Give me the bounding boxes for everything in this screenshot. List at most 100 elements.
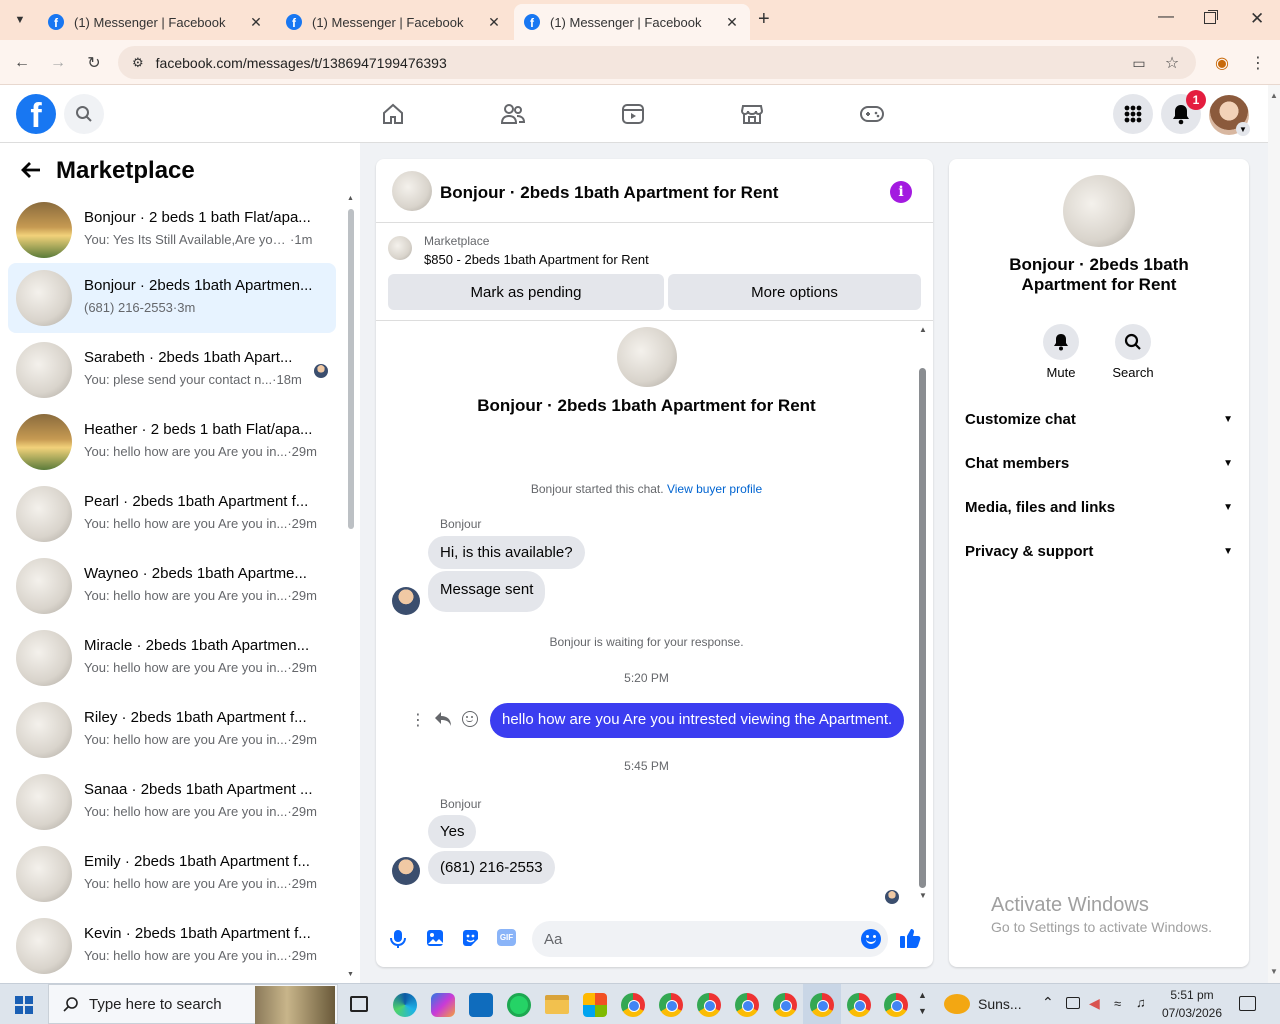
chevron-up-icon[interactable]: ⌃ [1042,994,1054,1011]
conversation-item[interactable]: Pearl · 2beds 1bath Apartment f... You: h… [8,479,336,549]
home-icon[interactable] [378,99,408,129]
chrome-icon[interactable] [773,993,797,1017]
store-icon[interactable] [583,993,607,1017]
reply-icon[interactable] [434,711,452,732]
messages-scrollbar[interactable]: ▲ ▼ [917,323,929,903]
incoming-message[interactable]: Yes [428,815,477,848]
sender-avatar[interactable] [392,587,420,615]
listing-avatar[interactable] [392,171,432,211]
close-tab-icon[interactable]: ✕ [248,14,264,31]
taskbar-scroll-icon[interactable]: ▲ ▼ [918,987,927,1019]
chat-title[interactable]: Bonjour · 2beds 1bath Apartment for Rent [440,183,778,203]
conversation-item[interactable]: Sarabeth · 2beds 1bath Apart... You: ples… [8,335,336,405]
view-buyer-profile-link[interactable]: View buyer profile [667,482,762,496]
conversation-item[interactable]: Heather · 2 beds 1 bath Flat/apa... You: … [8,407,336,477]
bookmark-star-icon[interactable]: ☆ [1159,50,1185,76]
microphone-icon[interactable] [390,929,406,954]
install-app-icon[interactable]: ▭ [1126,50,1152,76]
chrome-icon[interactable] [884,993,908,1017]
close-tab-icon[interactable]: ✕ [486,14,502,31]
message-input[interactable]: Aa [532,921,888,957]
messages-scrollbar-thumb[interactable] [919,368,926,888]
forward-arrow-icon[interactable]: → [45,50,71,76]
back-arrow-icon[interactable]: ← [9,50,35,76]
edge-icon[interactable] [393,993,417,1017]
emoji-icon[interactable] [861,929,881,949]
minimize-window-icon[interactable]: — [1158,8,1174,26]
browser-menu-icon[interactable]: ⋮ [1245,50,1271,76]
clock-date[interactable]: 07/03/2026 [1158,1006,1226,1020]
incoming-message[interactable]: Hi, is this available? [428,536,585,569]
volume-muted-icon[interactable]: ◀ [1089,995,1100,1012]
conversation-item[interactable]: Riley · 2beds 1bath Apartment f... You: h… [8,695,336,765]
gif-icon[interactable]: GIF [497,929,516,946]
intro-avatar[interactable] [617,327,677,387]
mute-button[interactable] [1043,324,1079,360]
browser-tab-1[interactable]: f (1) Messenger | Facebook ✕ [38,4,274,40]
chrome-icon[interactable] [735,993,759,1017]
new-tab-button[interactable]: + [758,8,770,31]
reload-icon[interactable]: ↻ [81,50,107,76]
conversation-item[interactable]: Kevin · 2beds 1bath Apartment f... You: h… [8,911,336,981]
weather-text[interactable]: Suns... [978,996,1022,1012]
thumbs-up-icon[interactable] [899,927,921,954]
clock-time[interactable]: 5:51 pm [1162,988,1222,1002]
marketplace-icon[interactable] [737,99,767,129]
more-options-button[interactable]: More options [668,274,921,310]
close-window-icon[interactable]: ✕ [1250,9,1264,29]
address-bar[interactable]: ⚙ facebook.com/messages/t/13869471994763… [118,46,1196,79]
photo-icon[interactable] [426,929,444,952]
task-view-icon[interactable] [350,996,368,1012]
copilot-icon[interactable] [431,993,455,1017]
chrome-icon[interactable] [697,993,721,1017]
info-listing-avatar[interactable] [1063,175,1135,247]
media-files-links-section[interactable]: Media, files and links ▼ [965,499,1233,516]
account-chevron-down-icon[interactable]: ▼ [1236,122,1250,136]
incoming-message[interactable]: Message sent [428,571,546,612]
customize-chat-section[interactable]: Customize chat ▼ [965,411,1233,428]
outlook-icon[interactable] [469,993,493,1017]
list-scrollbar-thumb[interactable] [348,209,354,529]
conversation-item[interactable]: Emily · 2beds 1bath Apartment f... You: h… [8,839,336,909]
notifications-icon[interactable] [1239,996,1256,1011]
conversation-item[interactable]: Bonjour · 2beds 1bath Apartmen... (681) 2… [8,263,336,333]
weather-icon[interactable] [944,994,970,1014]
browser-tab-3[interactable]: f (1) Messenger | Facebook ✕ [514,4,750,40]
windows-start-icon[interactable] [15,996,33,1014]
tab-search-button[interactable]: ▼ [10,10,30,30]
wifi-icon[interactable]: ≈ [1114,996,1121,1011]
outgoing-message[interactable]: hello how are you Are you intrested view… [490,703,905,738]
listing-thumb[interactable] [388,236,412,260]
search-icon[interactable] [64,94,104,134]
chrome-icon[interactable] [847,993,871,1017]
video-icon[interactable] [618,99,648,129]
chat-members-section[interactable]: Chat members ▼ [965,455,1233,472]
profile-icon[interactable]: ◉ [1209,50,1235,76]
whatsapp-icon[interactable] [507,993,531,1017]
gaming-icon[interactable] [857,99,887,129]
chrome-icon[interactable] [810,993,834,1017]
conversation-item[interactable]: Miracle · 2beds 1bath Apartmen... You: he… [8,623,336,693]
menu-grid-icon[interactable] [1113,94,1153,134]
chrome-icon[interactable] [621,993,645,1017]
conversation-item[interactable]: Sanaa · 2beds 1bath Apartment ... You: he… [8,767,336,837]
browser-tab-2[interactable]: f (1) Messenger | Facebook ✕ [276,4,512,40]
sender-avatar[interactable] [392,857,420,885]
search-button[interactable] [1115,324,1151,360]
mark-pending-button[interactable]: Mark as pending [388,274,664,310]
page-scrollbar[interactable]: ▲ ▼ [1268,85,1280,983]
info-icon[interactable]: i [890,181,912,203]
react-emoji-icon[interactable] [462,711,478,727]
back-arrow-icon[interactable] [20,159,42,186]
sticker-icon[interactable] [461,929,480,952]
incoming-message[interactable]: (681) 216-2553 [428,851,555,884]
listing-title[interactable]: $850 - 2beds 1bath Apartment for Rent [424,252,649,267]
privacy-support-section[interactable]: Privacy & support ▼ [965,543,1233,560]
friends-icon[interactable] [498,99,528,129]
close-tab-icon[interactable]: ✕ [724,14,740,31]
more-actions-icon[interactable]: ⋮ [410,710,426,730]
file-explorer-icon[interactable] [545,995,569,1014]
facebook-logo[interactable]: f [16,94,56,134]
meet-now-icon[interactable] [1066,997,1080,1009]
taskbar-search-box[interactable]: Type here to search [48,984,338,1024]
